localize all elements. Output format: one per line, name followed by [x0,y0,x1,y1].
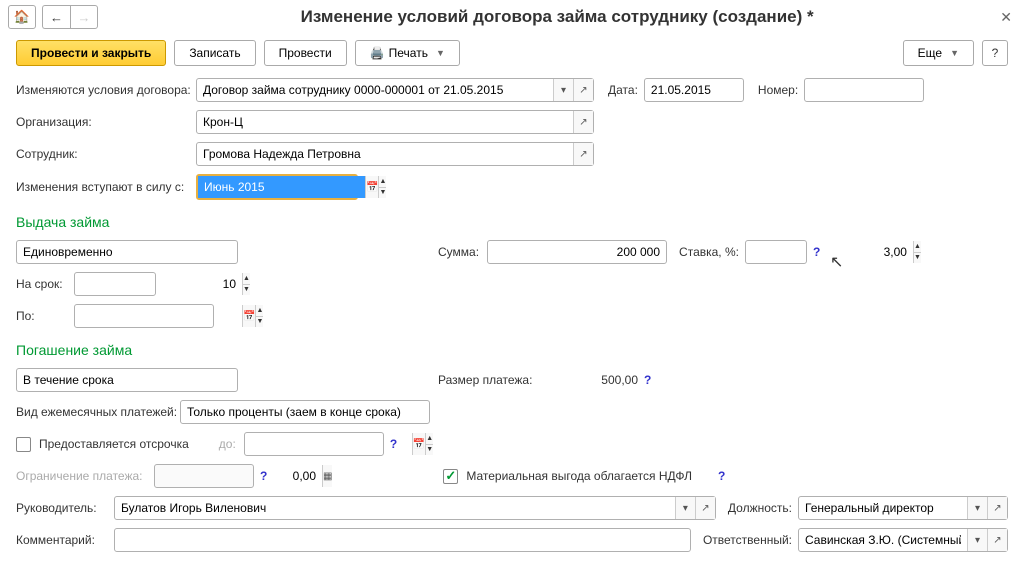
open-button[interactable]: ↗ [987,497,1007,519]
open-button[interactable]: ↗ [573,79,593,101]
term-input[interactable] [75,273,242,295]
effective-input[interactable] [198,176,365,198]
employee-label: Сотрудник: [16,147,196,161]
until-label: По: [16,309,74,323]
contract-label: Изменяются условия договора: [16,83,196,97]
comment-label: Комментарий: [16,533,114,547]
post-and-close-button[interactable]: Провести и закрыть [16,40,166,66]
post-button[interactable]: Провести [264,40,347,66]
back-button[interactable]: ← [42,5,70,29]
window-title: Изменение условий договора займа сотрудн… [124,7,990,27]
calendar-button[interactable]: 📅 [242,305,255,327]
open-button[interactable]: ↗ [573,111,593,133]
spin-down[interactable]: ▼ [255,317,263,328]
spin-down[interactable]: ▼ [425,445,433,456]
calendar-button[interactable]: 📅 [412,433,425,455]
open-button[interactable]: ↗ [573,143,593,165]
repay-section-title: Погашение займа [16,342,1008,358]
responsible-label: Ответственный: [703,533,792,547]
payment-label: Размер платежа: [438,373,558,387]
ndfl-label: Материальная выгода облагается НДФЛ [466,469,692,483]
calendar-button[interactable]: 📅 [365,176,378,198]
deferral-until-label: до: [219,437,236,451]
deferral-label: Предоставляется отсрочка [39,437,189,451]
org-input[interactable] [197,111,573,133]
dropdown-button[interactable]: ▾ [553,79,573,101]
sum-label: Сумма: [438,245,479,259]
calc-button[interactable]: ▦ [322,465,332,487]
responsible-input[interactable] [799,529,967,551]
manager-input[interactable] [115,497,675,519]
chevron-down-icon: ▼ [950,48,959,58]
rate-label: Ставка, %: [679,245,739,259]
number-input[interactable] [805,79,972,101]
sum-input[interactable] [488,241,666,263]
position-label: Должность: [728,501,792,515]
rate-input[interactable] [746,241,913,263]
ndfl-checkbox[interactable] [443,469,458,484]
deferral-checkbox[interactable] [16,437,31,452]
monthly-input[interactable] [181,401,429,423]
close-button[interactable]: ✕ [996,5,1016,30]
more-button[interactable]: Еще ▼ [903,40,974,66]
repay-type-input[interactable] [17,369,237,391]
spin-down[interactable]: ▼ [378,188,386,199]
dropdown-button[interactable]: ▾ [967,529,987,551]
payment-value: 500,00 [558,373,638,387]
ndfl-help[interactable]: ? [712,469,731,483]
employee-input[interactable] [197,143,573,165]
spin-up[interactable]: ▲ [242,273,250,285]
limit-help[interactable]: ? [254,469,273,483]
limit-label: Ограничение платежа: [16,469,154,483]
issue-section-title: Выдача займа [16,214,1008,230]
effective-label: Изменения вступают в силу с: [16,180,196,194]
open-button[interactable]: ↗ [987,529,1007,551]
position-input[interactable] [799,497,967,519]
spin-down[interactable]: ▼ [913,253,921,264]
date-label: Дата: [608,83,638,97]
chevron-down-icon: ▼ [436,48,445,58]
dropdown-button[interactable]: ▾ [967,497,987,519]
payment-help[interactable]: ? [638,373,657,387]
spin-up[interactable]: ▲ [913,241,921,253]
spin-up[interactable]: ▲ [425,433,433,445]
dropdown-button[interactable]: ▾ [675,497,695,519]
monthly-label: Вид ежемесячных платежей: [16,405,180,419]
org-label: Организация: [16,115,196,129]
spin-up[interactable]: ▲ [255,305,263,317]
issue-type-input[interactable] [17,241,237,263]
manager-label: Руководитель: [16,501,114,515]
term-label: На срок: [16,277,74,291]
spin-down[interactable]: ▼ [242,285,250,296]
home-button[interactable]: 🏠 [8,5,36,29]
rate-help[interactable]: ? [807,245,826,259]
spin-up[interactable]: ▲ [378,176,386,188]
number-label: Номер: [758,83,798,97]
until-input[interactable] [75,305,242,327]
contract-input[interactable] [197,79,553,101]
save-button[interactable]: Записать [174,40,255,66]
forward-button[interactable]: → [70,5,98,29]
comment-input[interactable] [115,529,690,551]
print-button[interactable]: 🖨️ Печать ▼ [355,40,460,66]
deferral-help[interactable]: ? [384,437,403,451]
help-button[interactable]: ? [982,40,1008,66]
limit-input[interactable] [155,465,322,487]
print-icon: 🖨️ [370,46,385,60]
open-button[interactable]: ↗ [695,497,715,519]
